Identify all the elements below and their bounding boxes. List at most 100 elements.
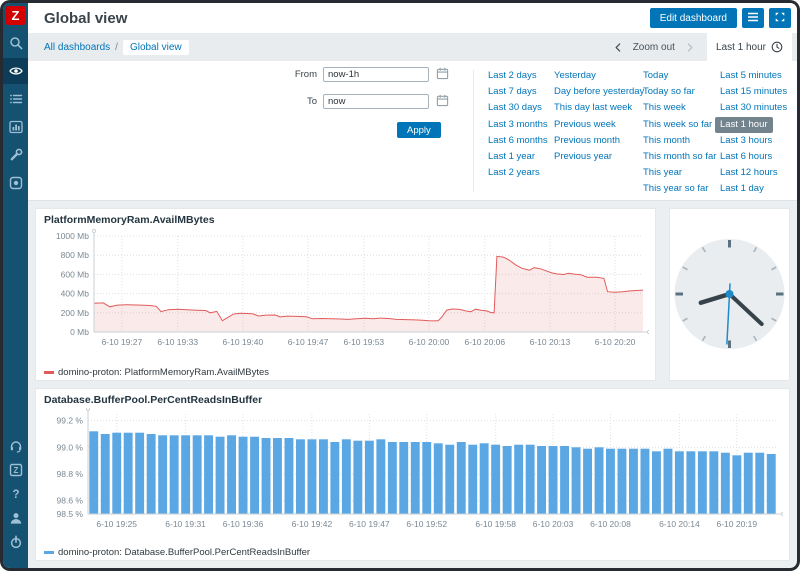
app-window: Z Z? Global view Edit dashboard All dashb…: [0, 0, 800, 571]
fullscreen-icon: [774, 11, 786, 26]
svg-text:6-10 19:27: 6-10 19:27: [102, 337, 143, 347]
svg-text:6-10 20:14: 6-10 20:14: [659, 519, 700, 529]
breadcrumb-link-all-dashboards[interactable]: All dashboards: [44, 42, 110, 53]
to-row: To: [273, 94, 450, 109]
quick-range-column: Last 5 minutesLast 15 minutesLast 30 min…: [720, 68, 797, 198]
quick-range-link[interactable]: Last 3 months: [488, 117, 548, 133]
svg-text:6-10 19:52: 6-10 19:52: [406, 519, 447, 529]
apply-button[interactable]: Apply: [397, 122, 441, 138]
to-input[interactable]: [323, 94, 429, 109]
sidebar: Z Z?: [3, 3, 28, 568]
breadcrumb-bar: All dashboards / Global view Zoom out La…: [28, 33, 797, 61]
quick-range-link[interactable]: Last 1 day: [720, 181, 764, 197]
time-range-label: Last 1 hour: [716, 42, 766, 53]
quick-range-link[interactable]: Previous year: [554, 149, 612, 165]
quick-range-link[interactable]: Yesterday: [554, 68, 596, 84]
quick-range-link[interactable]: Last 30 days: [488, 100, 542, 116]
quick-range-link[interactable]: This month: [643, 133, 690, 149]
sidebar-item-administration[interactable]: [3, 170, 28, 196]
quick-range-link[interactable]: This year so far: [643, 181, 708, 197]
svg-text:6-10 20:19: 6-10 20:19: [716, 519, 757, 529]
svg-text:600 Mb: 600 Mb: [61, 269, 90, 279]
sidebar-item-monitoring[interactable]: [3, 58, 28, 84]
svg-text:6-10 20:13: 6-10 20:13: [530, 337, 571, 347]
svg-text:6-10 19:58: 6-10 19:58: [475, 519, 516, 529]
svg-text:6-10 19:40: 6-10 19:40: [223, 337, 264, 347]
filter-divider: [473, 70, 474, 192]
time-forward-button[interactable]: [684, 42, 695, 53]
quick-range-link[interactable]: This day last week: [554, 100, 632, 116]
quick-range-link[interactable]: Last 6 months: [488, 133, 548, 149]
quick-range-link[interactable]: Day before yesterday: [554, 84, 644, 100]
quick-range-link[interactable]: Last 30 minutes: [720, 100, 787, 116]
help-icon: ?: [9, 487, 23, 501]
services-icon: [9, 92, 23, 106]
legend-label: domino-proton: PlatformMemoryRam.AvailMB…: [58, 367, 269, 378]
support-icon: [9, 439, 23, 453]
administration-icon: [9, 176, 23, 190]
legend-swatch: [44, 371, 54, 374]
sidebar-item-share[interactable]: Z: [3, 458, 28, 481]
svg-text:6-10 20:08: 6-10 20:08: [590, 519, 631, 529]
from-calendar-button[interactable]: [435, 67, 450, 82]
monitoring-icon: [9, 64, 23, 78]
time-range-tab[interactable]: Last 1 hour: [707, 33, 792, 61]
fullscreen-button[interactable]: [769, 8, 791, 28]
quick-range-link[interactable]: Last 7 days: [488, 84, 537, 100]
breadcrumb-current[interactable]: Global view: [123, 40, 189, 55]
zoom-out-button[interactable]: Zoom out: [633, 42, 675, 53]
legend-label: domino-proton: Database.BufferPool.PerCe…: [58, 547, 310, 558]
svg-text:6-10 20:03: 6-10 20:03: [533, 519, 574, 529]
quick-range-link[interactable]: Previous week: [554, 117, 616, 133]
quick-range-link[interactable]: This week so far: [643, 117, 712, 133]
header-actions: Edit dashboard: [650, 8, 791, 28]
quick-range-link[interactable]: Last 1 year: [488, 149, 535, 165]
bufferpool-graph[interactable]: 99.2 %99.0 %98.8 %98.6 %98.5 %6-10 19:25…: [44, 408, 783, 541]
quick-range-link[interactable]: Last 15 minutes: [720, 84, 787, 100]
quick-range-link[interactable]: Previous month: [554, 133, 620, 149]
quick-range-link[interactable]: This month so far: [643, 149, 716, 165]
widget-title: PlatformMemoryRam.AvailMBytes: [44, 214, 647, 226]
quick-range-link[interactable]: Last 2 days: [488, 68, 537, 84]
svg-text:400 Mb: 400 Mb: [61, 289, 90, 299]
quick-range-link[interactable]: Last 2 years: [488, 165, 540, 181]
sidebar-item-support[interactable]: [3, 434, 28, 457]
hamburger-menu-button[interactable]: [742, 8, 764, 28]
clock-icon: [771, 41, 783, 53]
from-label: From: [273, 69, 317, 80]
sidebar-item-services[interactable]: [3, 86, 28, 112]
sidebar-item-signout[interactable]: [3, 530, 28, 553]
quick-range-link[interactable]: Today so far: [643, 84, 695, 100]
breadcrumb-separator: /: [115, 42, 118, 53]
time-back-button[interactable]: [613, 42, 624, 53]
quick-range-link[interactable]: This week: [643, 100, 686, 116]
zabbix-logo[interactable]: Z: [6, 6, 25, 25]
quick-range-link[interactable]: This year: [643, 165, 682, 181]
sidebar-item-reports[interactable]: [3, 114, 28, 140]
widget-memory-graph: PlatformMemoryRam.AvailMBytes 1000 Mb800…: [35, 208, 656, 381]
sidebar-item-search[interactable]: [3, 30, 28, 56]
user-icon: [9, 511, 23, 525]
sidebar-item-help[interactable]: ?: [3, 482, 28, 505]
quick-range-link[interactable]: Last 1 hour: [715, 117, 773, 133]
widget-clock: [669, 208, 790, 381]
svg-text:6-10 19:36: 6-10 19:36: [223, 519, 264, 529]
quick-range-link[interactable]: Today: [643, 68, 668, 84]
main-area: Global view Edit dashboard All dashboard…: [28, 3, 797, 568]
svg-text:98.8 %: 98.8 %: [57, 469, 84, 479]
svg-text:6-10 20:20: 6-10 20:20: [595, 337, 636, 347]
signout-icon: [9, 535, 23, 549]
quick-range-link[interactable]: Last 3 hours: [720, 133, 772, 149]
to-calendar-button[interactable]: [435, 94, 450, 109]
share-icon: Z: [9, 463, 23, 477]
dashboard-grid: PlatformMemoryRam.AvailMBytes 1000 Mb800…: [28, 201, 797, 568]
availmbytes-graph[interactable]: 1000 Mb800 Mb600 Mb400 Mb200 Mb0 Mb6-10 …: [44, 228, 649, 361]
from-input[interactable]: [323, 67, 429, 82]
quick-range-link[interactable]: Last 6 hours: [720, 149, 772, 165]
svg-text:6-10 19:47: 6-10 19:47: [288, 337, 329, 347]
sidebar-item-user[interactable]: [3, 506, 28, 529]
sidebar-item-configuration[interactable]: [3, 142, 28, 168]
edit-dashboard-button[interactable]: Edit dashboard: [650, 8, 737, 28]
quick-range-link[interactable]: Last 12 hours: [720, 165, 778, 181]
quick-range-link[interactable]: Last 5 minutes: [720, 68, 782, 84]
